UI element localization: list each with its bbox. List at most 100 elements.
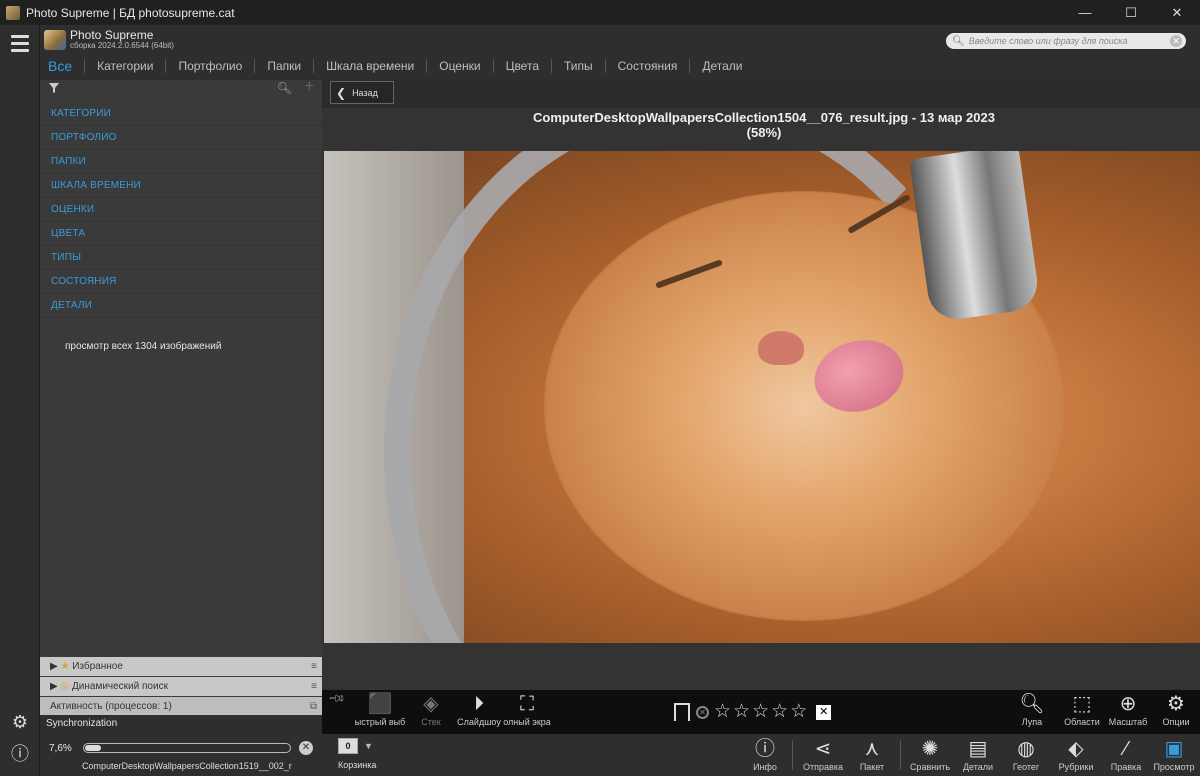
info-icon: ⓘ — [755, 738, 775, 760]
quick-select-button[interactable]: ⬛ ыстрый выб — [350, 693, 410, 727]
labels-button[interactable]: ⬖ Рубрики — [1054, 738, 1098, 772]
nav-item-types[interactable]: ТИПЫ — [40, 246, 322, 270]
reject-icon[interactable]: ✕ — [696, 705, 709, 719]
close-button[interactable]: ✕ — [1154, 0, 1200, 25]
compare-button[interactable]: ✺ Сравнить — [906, 738, 954, 772]
clear-search-icon[interactable]: ✕ — [1170, 35, 1182, 47]
rating-star-1[interactable]: ☆ — [714, 702, 731, 722]
nav-item-states[interactable]: СОСТОЯНИЯ — [40, 270, 322, 294]
batch-button[interactable]: ⋏ Пакет — [852, 738, 892, 772]
image-title-name: ComputerDesktopWallpapersCollection1504_… — [533, 110, 995, 125]
basket-button[interactable]: 0 ▼ Корзинка — [338, 738, 398, 770]
rating-star-2[interactable]: ☆ — [733, 702, 750, 722]
viewer-toolbar: 📌︎ ⬛ ыстрый выб ◈ Стек ⏵ Слайдшоу ⛶ олны… — [322, 690, 1200, 734]
rating-star-5[interactable]: ☆ — [790, 702, 807, 722]
menu-icon[interactable] — [11, 35, 29, 56]
geotag-label: Геотег — [1012, 762, 1040, 772]
fullscreen-button[interactable]: ⛶ олный экра — [502, 693, 552, 727]
pin-icon[interactable]: 📌︎ — [327, 689, 346, 708]
tab-colors[interactable]: Цвета — [492, 59, 551, 73]
tab-types[interactable]: Типы — [551, 59, 605, 73]
share-button[interactable]: ⋖ Отправка — [800, 738, 846, 772]
tab-portfolio[interactable]: Портфолио — [165, 59, 254, 73]
back-label: Назад — [352, 87, 378, 98]
options-button[interactable]: ⚙ Опции — [1156, 693, 1196, 727]
rating-star-4[interactable]: ☆ — [771, 702, 788, 722]
share-label: Отправка — [803, 762, 843, 772]
bookmark-icon[interactable] — [674, 703, 690, 721]
tab-details[interactable]: Детали — [689, 59, 754, 73]
photo-cat-nose — [758, 331, 804, 365]
dynamic-search-icon: ◎ — [60, 681, 70, 692]
side-search-icon[interactable]: 🔍︎ — [277, 81, 292, 95]
back-button[interactable]: ❮ Назад — [330, 81, 394, 104]
slideshow-button[interactable]: ⏵ Слайдшоу — [456, 693, 502, 727]
tab-folders[interactable]: Папки — [254, 59, 313, 73]
nav-item-portfolio[interactable]: ПОРТФОЛИО — [40, 126, 322, 150]
cancel-sync-icon[interactable]: ✕ — [299, 741, 313, 755]
nav-item-ratings[interactable]: ОЦЕНКИ — [40, 198, 322, 222]
tab-categories[interactable]: Категории — [84, 59, 165, 73]
loupe-button[interactable]: 🔍︎ Лупа — [1012, 693, 1052, 727]
activity-label: Активность (процессов: 1) — [50, 701, 172, 712]
geotag-button[interactable]: ◍ Геотег — [1006, 738, 1046, 772]
rating-star-3[interactable]: ☆ — [752, 702, 769, 722]
basket-count: 0 — [338, 738, 358, 754]
favorites-panel[interactable]: ▶ ★ Избранное ≡ — [40, 657, 322, 676]
maximize-button[interactable]: ☐ — [1108, 0, 1154, 25]
nav-list: КАТЕГОРИИ ПОРТФОЛИО ПАПКИ ШКАЛА ВРЕМЕНИ … — [40, 102, 322, 318]
dynamic-search-label: Динамический поиск — [72, 681, 168, 692]
header: Photo Supreme сборка 2024.2.0.6544 (64bi… — [40, 25, 1200, 80]
quick-select-label: ыстрый выб — [354, 717, 406, 727]
search-input[interactable]: 🔍︎ Введите слово или фразу для поиска ✕ — [946, 33, 1186, 49]
minimize-button[interactable]: — — [1062, 0, 1108, 25]
viewer-topbar: ❮ Назад — [322, 80, 1200, 108]
filter-icon[interactable] — [49, 83, 59, 93]
clear-label-icon[interactable]: ✕ — [816, 704, 832, 720]
tab-all[interactable]: Все — [40, 59, 84, 73]
nav-item-folders[interactable]: ПАПКИ — [40, 150, 322, 174]
book-icon: ▤ — [968, 738, 988, 760]
lightbulb-icon: ✺ — [921, 738, 939, 760]
regions-label: Области — [1064, 717, 1100, 727]
box-icon: ⬛ — [367, 693, 393, 715]
bottom-toolbar: 0 ▼ Корзинка ⓘ Инфо ⋖ Отправка ⋏ Пакет ✺ … — [322, 734, 1200, 776]
nav-item-colors[interactable]: ЦВЕТА — [40, 222, 322, 246]
tab-timeline[interactable]: Шкала времени — [313, 59, 426, 73]
panel-menu-icon[interactable]: ≡ — [311, 677, 317, 696]
details-button[interactable]: ▤ Детали — [958, 738, 998, 772]
nav-item-timeline[interactable]: ШКАЛА ВРЕМЕНИ — [40, 174, 322, 198]
activity-panel[interactable]: Активность (процессов: 1) ⧉ — [40, 697, 322, 716]
nav-item-categories[interactable]: КАТЕГОРИИ — [40, 102, 322, 126]
expand-arrow-icon: ▶ — [50, 661, 58, 672]
photo-preview[interactable] — [324, 151, 1200, 643]
help-icon[interactable]: ⓘ — [11, 745, 29, 763]
brush-icon: ⁄ — [1124, 738, 1128, 760]
view-all-link[interactable]: просмотр всех 1304 изображений — [65, 341, 221, 352]
preview-button[interactable]: ▣ Просмотр — [1150, 738, 1198, 772]
tag-icon: ⬖ — [1068, 738, 1084, 760]
add-icon[interactable]: + — [305, 78, 314, 96]
panel-menu-icon[interactable]: ≡ — [311, 657, 317, 676]
magnifier-icon: 🔍︎ — [1019, 693, 1045, 715]
app-logo — [44, 30, 66, 50]
brand: Photo Supreme сборка 2024.2.0.6544 (64bi… — [44, 29, 174, 51]
window-controls: — ☐ ✕ — [1062, 0, 1200, 25]
tab-states[interactable]: Состояния — [604, 59, 690, 73]
zoom-button[interactable]: ⊕ Масштаб — [1106, 693, 1150, 727]
search-placeholder: Введите слово или фразу для поиска — [968, 36, 1128, 46]
tab-ratings[interactable]: Оценки — [426, 59, 492, 73]
rating-bar: ✕ ☆ ☆ ☆ ☆ ☆ ✕ — [674, 702, 832, 722]
stack-button[interactable]: ◈ Стек — [414, 693, 448, 727]
stack-label: Стек — [421, 717, 441, 727]
export-icon[interactable]: ⧉ — [310, 697, 317, 716]
regions-button[interactable]: ⬚ Области — [1062, 693, 1102, 727]
nav-item-details[interactable]: ДЕТАЛИ — [40, 294, 322, 318]
preview-icon: ▣ — [1164, 738, 1184, 760]
photo-faucet-spout — [909, 151, 1041, 323]
details-label: Детали — [962, 762, 994, 772]
edit-button[interactable]: ⁄ Правка — [1106, 738, 1146, 772]
dynamic-search-panel[interactable]: ▶ ◎ Динамический поиск ≡ — [40, 677, 322, 696]
info-button[interactable]: ⓘ Инфо — [746, 738, 784, 772]
settings-gear-icon[interactable]: ⚙ — [11, 713, 29, 731]
